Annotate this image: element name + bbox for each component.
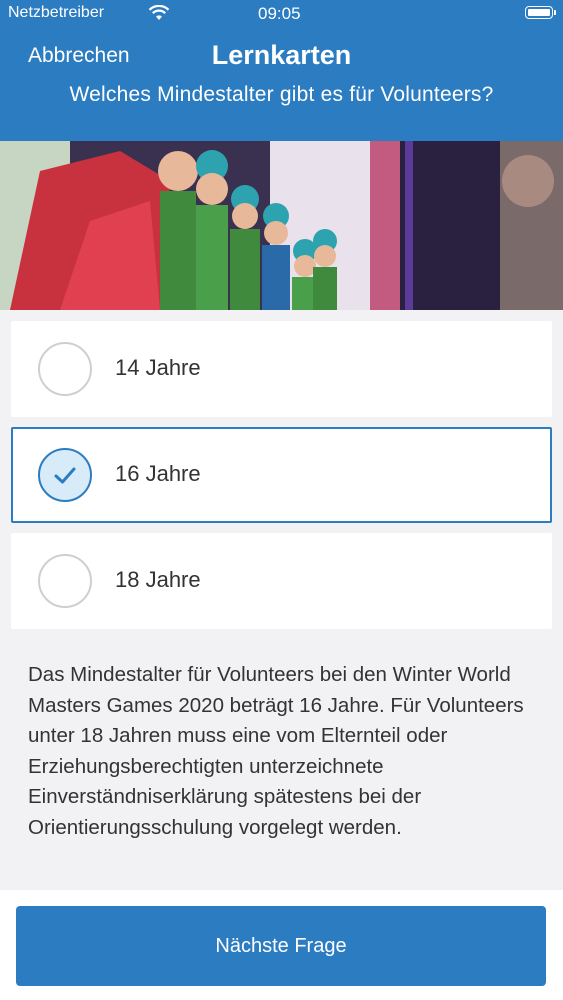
question-photo — [0, 141, 563, 310]
answer-option-selected[interactable]: 16 Jahre — [11, 427, 552, 523]
status-bar: Netzbetreiber 09:05 — [0, 0, 563, 30]
footer: Nächste Frage — [0, 890, 563, 1000]
battery-icon — [525, 6, 556, 19]
answer-label: 18 Jahre — [115, 567, 201, 592]
next-question-button[interactable]: Nächste Frage — [16, 906, 546, 986]
explanation-text: Das Mindestalter für Volunteers bei den … — [28, 663, 524, 839]
header: Netzbetreiber 09:05 Abbrechen Lernkarten… — [0, 0, 563, 141]
page-title-text: Lernkarten — [211, 40, 352, 70]
checkmark-circle-icon[interactable] — [38, 448, 92, 502]
radio-circle-icon[interactable] — [38, 554, 92, 608]
answer-label: 14 Jahre — [115, 355, 201, 380]
answer-label: 16 Jahre — [115, 461, 201, 486]
answer-option[interactable]: 18 Jahre — [11, 533, 552, 629]
cancel-button[interactable]: Abbrechen — [28, 44, 130, 68]
answer-option[interactable]: 14 Jahre — [11, 321, 552, 417]
carrier-name: Netzbetreiber — [8, 4, 105, 21]
question-text: Welches Mindestalter gibt es für Volunte… — [69, 83, 494, 106]
radio-circle-icon[interactable] — [38, 342, 92, 396]
clock: 09:05 — [258, 4, 301, 23]
wifi-icon — [148, 4, 170, 26]
